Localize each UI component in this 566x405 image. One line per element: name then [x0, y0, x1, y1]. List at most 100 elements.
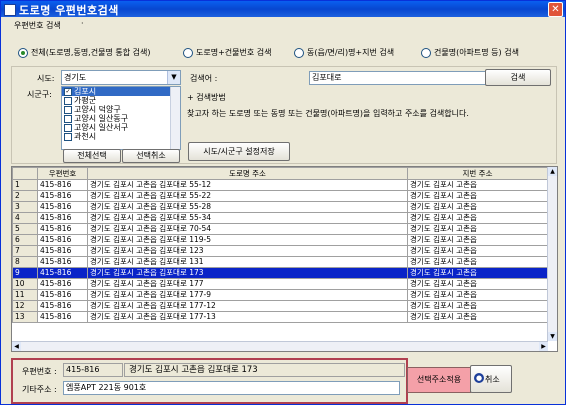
checkbox-icon[interactable]	[64, 105, 72, 114]
table-row[interactable]: 3 415-816 경기도 김포시 고촌읍 김포대로 55-28 경기도 김포시 고촌…	[12, 201, 548, 213]
grid-vertical-scrollbar[interactable]: ▲ ▼	[547, 167, 557, 341]
table-row[interactable]: 6 415-816 경기도 김포시 고촌읍 김포대로 119-5 경기도 김포시 고촌…	[12, 234, 548, 246]
grid-horizontal-scrollbar[interactable]: ◀ ▶	[12, 341, 548, 351]
zipcode-cell: 415-816	[37, 267, 88, 279]
sigungu-scrollbar[interactable]	[170, 87, 180, 149]
zipcode-cell: 415-816	[37, 179, 88, 191]
table-row[interactable]: 1 415-816 경기도 김포시 고촌읍 김포대로 55-12 경기도 김포시 고촌…	[12, 179, 548, 191]
road-address-cell: 경기도 김포시 고촌읍 김포대로 123	[87, 245, 408, 257]
jibun-address-cell: 경기도 김포시 고촌읍	[407, 289, 548, 301]
zipcode-cell: 415-816	[37, 278, 88, 290]
row-number: 5	[12, 223, 38, 235]
table-row[interactable]: 8 415-816 경기도 김포시 고촌읍 김포대로 131 경기도 김포시 고촌읍	[12, 256, 548, 268]
menu-item-zipcode-search[interactable]: 우편번호 검색	[14, 20, 61, 31]
checkbox-icon[interactable]	[64, 132, 72, 141]
row-number: 8	[12, 256, 38, 268]
table-row-selected[interactable]: 9 415-816 경기도 김포시 고촌읍 김포대로 173 경기도 김포시 고촌읍	[12, 267, 548, 279]
select-all-button[interactable]: 전체선택	[63, 149, 121, 163]
selected-address-panel: 우편번호 : 415-816 경기도 김포시 고촌읍 김포대로 173 기타주소…	[11, 358, 408, 404]
zipcode-cell: 415-816	[37, 212, 88, 224]
radio-label: 전체(도로명,동명,건물명 통합 검색)	[31, 48, 151, 57]
other-address-input[interactable]: 엠풍APT 221동 901호	[63, 381, 400, 395]
window-title: 도로명 우편번호검색	[19, 4, 119, 17]
radio-search-dong-jibun[interactable]: 동(읍/면/리)명+지번 검색	[294, 47, 394, 58]
zipcode-cell: 415-816	[37, 311, 88, 323]
table-row[interactable]: 7 415-816 경기도 김포시 고촌읍 김포대로 123 경기도 김포시 고촌읍	[12, 245, 548, 257]
road-address-cell: 경기도 김포시 고촌읍 김포대로 55-28	[87, 201, 408, 213]
search-button[interactable]: 검색	[485, 69, 551, 86]
jibun-address-cell: 경기도 김포시 고촌읍	[407, 212, 548, 224]
zipcode-cell: 415-816	[37, 245, 88, 257]
radio-label: 도로명+건물번호 검색	[196, 48, 272, 57]
row-number: 12	[12, 300, 38, 312]
table-row[interactable]: 2 415-816 경기도 김포시 고촌읍 김포대로 55-22 경기도 김포시 고촌…	[12, 190, 548, 202]
sigungu-item[interactable]: ✓ 김포시	[62, 87, 180, 96]
zipcode-field[interactable]: 415-816	[63, 363, 123, 377]
radio-search-building-name[interactable]: 건물명(아파트명 등) 검색	[421, 47, 519, 58]
close-button[interactable]: ✕	[548, 2, 563, 17]
radio-dot-icon	[183, 47, 193, 58]
checkbox-icon[interactable]	[64, 96, 72, 105]
sigungu-item[interactable]: 가평군	[62, 96, 180, 105]
zipcode-cell: 415-816	[37, 223, 88, 235]
jibun-address-cell: 경기도 김포시 고촌읍	[407, 245, 548, 257]
radio-search-road-building[interactable]: 도로명+건물번호 검색	[183, 47, 272, 58]
road-address-cell: 경기도 김포시 고촌읍 김포대로 55-34	[87, 212, 408, 224]
table-row[interactable]: 13 415-816 경기도 김포시 고촌읍 김포대로 177-13 경기도 김포시 …	[12, 311, 548, 323]
scroll-down-icon[interactable]: ▼	[548, 332, 557, 341]
sigungu-item[interactable]: 고양시 덕양구	[62, 105, 180, 114]
apply-selected-address-button[interactable]: 선택주소적용	[407, 367, 471, 393]
sigungu-item-label: 과천시	[74, 132, 97, 141]
jibun-address-cell: 경기도 김포시 고촌읍	[407, 311, 548, 323]
chevron-down-icon[interactable]: ▼	[167, 71, 180, 84]
road-address-cell: 경기도 김포시 고촌읍 김포대로 177	[87, 278, 408, 290]
row-number: 10	[12, 278, 38, 290]
address-results-grid[interactable]: 우편번호 도로명 주소 지번 주소 1 415-816 경기도 김포시 고촌읍 김포…	[11, 166, 558, 352]
table-row[interactable]: 12 415-816 경기도 김포시 고촌읍 김포대로 177-12 경기도 김포시 …	[12, 300, 548, 312]
other-address-label: 기타주소 :	[22, 385, 57, 394]
road-address-cell: 경기도 김포시 고촌읍 김포대로 55-22	[87, 190, 408, 202]
save-region-button[interactable]: 시도/시군구 설정저장	[188, 142, 290, 161]
radio-dot-icon	[294, 47, 304, 58]
scroll-up-icon[interactable]: ▲	[548, 167, 557, 176]
row-number: 13	[12, 311, 38, 323]
sigungu-item-label: 고양시 일산동구	[74, 114, 129, 123]
sigungu-item-label: 가평군	[74, 96, 97, 105]
radio-label: 동(읍/면/리)명+지번 검색	[307, 48, 395, 57]
table-row[interactable]: 10 415-816 경기도 김포시 고촌읍 김포대로 177 경기도 김포시 고촌읍	[12, 278, 548, 290]
zipcode-cell: 415-816	[37, 190, 88, 202]
road-address-cell: 경기도 김포시 고촌읍 김포대로 131	[87, 256, 408, 268]
road-address-cell: 경기도 김포시 고촌읍 김포대로 173	[87, 267, 408, 279]
column-header-jibun-address[interactable]: 지번 주소	[407, 167, 548, 180]
checkbox-icon[interactable]	[64, 123, 72, 132]
deselect-button[interactable]: 선택취소	[122, 149, 180, 163]
scroll-right-icon[interactable]: ▶	[539, 342, 548, 351]
cancel-button[interactable]: ● 취소	[470, 365, 512, 393]
checkbox-icon[interactable]	[64, 114, 72, 123]
table-row[interactable]: 4 415-816 경기도 김포시 고촌읍 김포대로 55-34 경기도 김포시 고촌…	[12, 212, 548, 224]
sigungu-item[interactable]: 고양시 일산서구	[62, 123, 180, 132]
road-address-cell: 경기도 김포시 고촌읍 김포대로 177-13	[87, 311, 408, 323]
sigungu-item[interactable]: 고양시 일산동구	[62, 114, 180, 123]
sigungu-item[interactable]: 과천시	[62, 132, 180, 141]
sigungu-item-label: 김포시	[74, 87, 97, 96]
row-number: 2	[12, 190, 38, 202]
column-header-zipcode[interactable]: 우편번호	[37, 167, 88, 180]
menu-bar: 우편번호 검색 ·	[1, 18, 565, 32]
checkbox-checked-icon[interactable]: ✓	[64, 87, 72, 96]
road-address-field[interactable]: 경기도 김포시 고촌읍 김포대로 173	[124, 363, 405, 377]
radio-search-all[interactable]: 전체(도로명,동명,건물명 통합 검색)	[18, 47, 150, 58]
table-row[interactable]: 11 415-816 경기도 김포시 고촌읍 김포대로 177-9 경기도 김포시 고…	[12, 289, 548, 301]
sido-select[interactable]: 경기도 ▼	[61, 70, 181, 85]
scroll-left-icon[interactable]: ◀	[12, 342, 21, 351]
zipcode-search-window: 도로명 우편번호검색 ✕ 우편번호 검색 · 전체(도로명,동명,건물명 통합 …	[0, 0, 566, 405]
jibun-address-cell: 경기도 김포시 고촌읍	[407, 201, 548, 213]
column-header-road-address[interactable]: 도로명 주소	[87, 167, 408, 180]
road-address-cell: 경기도 김포시 고촌읍 김포대로 177-9	[87, 289, 408, 301]
table-row[interactable]: 5 415-816 경기도 김포시 고촌읍 김포대로 70-54 경기도 김포시 고촌…	[12, 223, 548, 235]
sigungu-checklist[interactable]: ✓ 김포시 가평군 고양시 덕양구 고양시 일산동구 고양시 일산서구 과천시	[61, 86, 181, 150]
zipcode-cell: 415-816	[37, 201, 88, 213]
row-number: 4	[12, 212, 38, 224]
keyword-input[interactable]: 김포대로	[309, 71, 486, 85]
row-number: 11	[12, 289, 38, 301]
